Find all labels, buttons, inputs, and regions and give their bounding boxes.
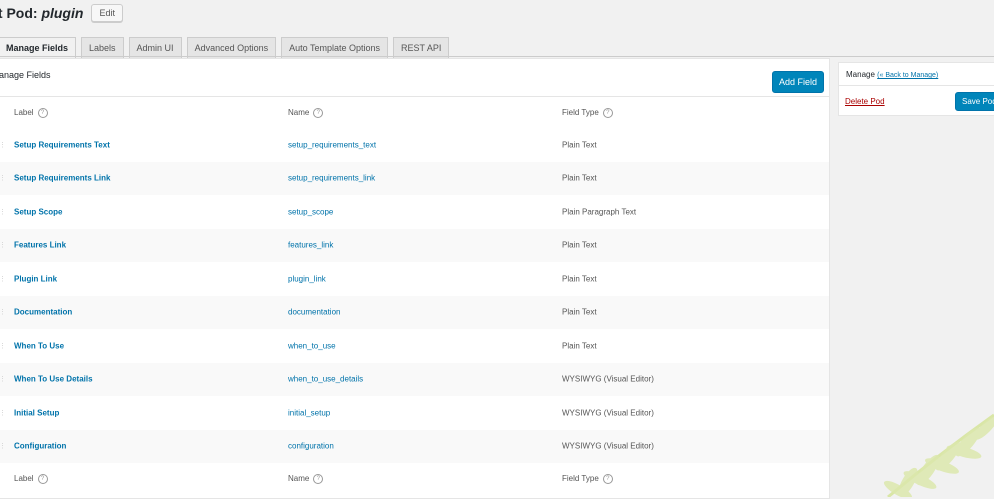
help-icon[interactable]: ? <box>602 473 613 484</box>
field-type: Plain Text <box>562 173 597 183</box>
drag-handle-icon[interactable]: ⋮ <box>0 375 6 383</box>
column-footer-name: Name? <box>288 473 324 484</box>
table-row[interactable]: ⋮ Setup Requirements Text setup_requiremen… <box>0 128 829 162</box>
add-field-button[interactable]: Add Field <box>771 71 824 93</box>
save-pod-button[interactable]: Save Pod <box>955 92 994 111</box>
field-name[interactable]: when_to_use_details <box>288 375 363 384</box>
column-header-label: Label? <box>14 107 48 118</box>
tab-admin-ui[interactable]: Admin UI <box>128 37 182 58</box>
field-name[interactable]: setup_requirements_text <box>288 140 376 149</box>
field-label-link[interactable]: Plugin Link <box>14 274 57 283</box>
drag-handle-icon[interactable]: ⋮ <box>0 174 6 182</box>
tab-advanced-options[interactable]: Advanced Options <box>186 37 277 58</box>
edit-button[interactable]: Edit <box>91 4 123 22</box>
drag-handle-icon[interactable]: ⋮ <box>0 208 6 216</box>
drag-handle-icon[interactable]: ⋮ <box>0 241 6 249</box>
field-name[interactable]: documentation <box>288 308 340 317</box>
fields-list: ⋮ Setup Requirements Text setup_requiremen… <box>0 128 829 463</box>
help-icon[interactable]: ? <box>313 473 324 484</box>
page-title: it Pod: plugin <box>0 5 84 21</box>
delete-pod-link[interactable]: Delete Pod <box>845 97 885 106</box>
help-icon[interactable]: ? <box>313 107 324 118</box>
sidebar-header: Manage (« Back to Manage) <box>839 63 994 86</box>
field-label-link[interactable]: Setup Scope <box>14 207 62 216</box>
column-footer-label: Label? <box>14 473 48 484</box>
tab-auto-template-options[interactable]: Auto Template Options <box>281 37 388 58</box>
table-row[interactable]: ⋮ Documentation documentation Plain Text <box>0 295 829 329</box>
drag-handle-icon[interactable]: ⋮ <box>0 342 6 350</box>
table-row[interactable]: ⋮ Setup Scope setup_scope Plain Paragraph T… <box>0 195 829 229</box>
help-icon[interactable]: ? <box>37 107 48 118</box>
field-type: Plain Text <box>562 274 597 284</box>
field-label-link[interactable]: Documentation <box>14 308 72 317</box>
field-name[interactable]: configuration <box>288 442 334 451</box>
column-header-name: Name? <box>288 107 324 118</box>
help-icon[interactable]: ? <box>37 473 48 484</box>
manage-sidebar: Manage (« Back to Manage) Delete Pod Sav… <box>838 62 994 116</box>
drag-handle-icon[interactable]: ⋮ <box>0 442 6 450</box>
tab-labels[interactable]: Labels <box>81 37 124 58</box>
field-label-link[interactable]: When To Use Details <box>14 375 93 384</box>
field-label-link[interactable]: Setup Requirements Link <box>14 174 110 183</box>
field-type: WYSIWYG (Visual Editor) <box>562 441 654 451</box>
sidebar-title: Manage <box>846 70 875 79</box>
manage-fields-panel: anage Fields Add Field Label? Name? Fiel… <box>0 58 830 499</box>
field-name[interactable]: features_link <box>288 241 333 250</box>
field-name[interactable]: initial_setup <box>288 408 330 417</box>
drag-handle-icon[interactable]: ⋮ <box>0 308 6 316</box>
field-type: Plain Text <box>562 240 597 250</box>
field-label-link[interactable]: Configuration <box>14 442 66 451</box>
drag-handle-icon[interactable]: ⋮ <box>0 141 6 149</box>
tab-divider <box>0 56 994 57</box>
field-label-link[interactable]: When To Use <box>14 341 64 350</box>
field-type: WYSIWYG (Visual Editor) <box>562 374 654 384</box>
table-row[interactable]: ⋮ When To Use when_to_use Plain Text <box>0 329 829 363</box>
field-name[interactable]: setup_requirements_link <box>288 174 375 183</box>
drag-handle-icon[interactable]: ⋮ <box>0 275 6 283</box>
table-row[interactable]: ⋮ When To Use Details when_to_use_details W… <box>0 362 829 396</box>
tab-rest-api[interactable]: REST API <box>393 37 450 58</box>
field-name[interactable]: when_to_use <box>288 341 336 350</box>
table-row[interactable]: ⋮ Configuration configuration WYSIWYG (Visu… <box>0 429 829 463</box>
table-row[interactable]: ⋮ Plugin Link plugin_link Plain Text <box>0 262 829 296</box>
panel-header: anage Fields Add Field <box>0 59 829 97</box>
field-type: Plain Text <box>562 341 597 351</box>
column-footer-type: Field Type? <box>562 473 613 484</box>
back-to-manage-link[interactable]: (« Back to Manage) <box>877 72 938 79</box>
tab-bar: Manage Fields Labels Admin UI Advanced O… <box>0 37 450 59</box>
field-type: WYSIWYG (Visual Editor) <box>562 408 654 418</box>
field-name[interactable]: setup_scope <box>288 207 333 216</box>
fern-decoration-icon <box>883 413 994 497</box>
pod-name: plugin <box>41 5 84 21</box>
page-header: it Pod: plugin Edit <box>0 2 123 24</box>
field-label-link[interactable]: Initial Setup <box>14 408 59 417</box>
field-type: Plain Paragraph Text <box>562 207 637 217</box>
drag-handle-icon[interactable]: ⋮ <box>0 409 6 417</box>
field-type: Plain Text <box>562 307 597 317</box>
table-row[interactable]: ⋮ Setup Requirements Link setup_requiremen… <box>0 161 829 195</box>
field-type: Plain Text <box>562 140 597 150</box>
table-header: Label? Name? Field Type? <box>0 97 829 128</box>
field-label-link[interactable]: Features Link <box>14 241 66 250</box>
field-name[interactable]: plugin_link <box>288 274 326 283</box>
column-header-type: Field Type? <box>562 107 613 118</box>
table-row[interactable]: ⋮ Features Link features_link Plain Text <box>0 228 829 262</box>
field-label-link[interactable]: Setup Requirements Text <box>14 140 110 149</box>
table-row[interactable]: ⋮ Initial Setup initial_setup WYSIWYG (Visu… <box>0 396 829 430</box>
help-icon[interactable]: ? <box>602 107 613 118</box>
panel-title: anage Fields <box>0 70 51 80</box>
table-footer: Label? Name? Field Type? <box>0 463 829 494</box>
